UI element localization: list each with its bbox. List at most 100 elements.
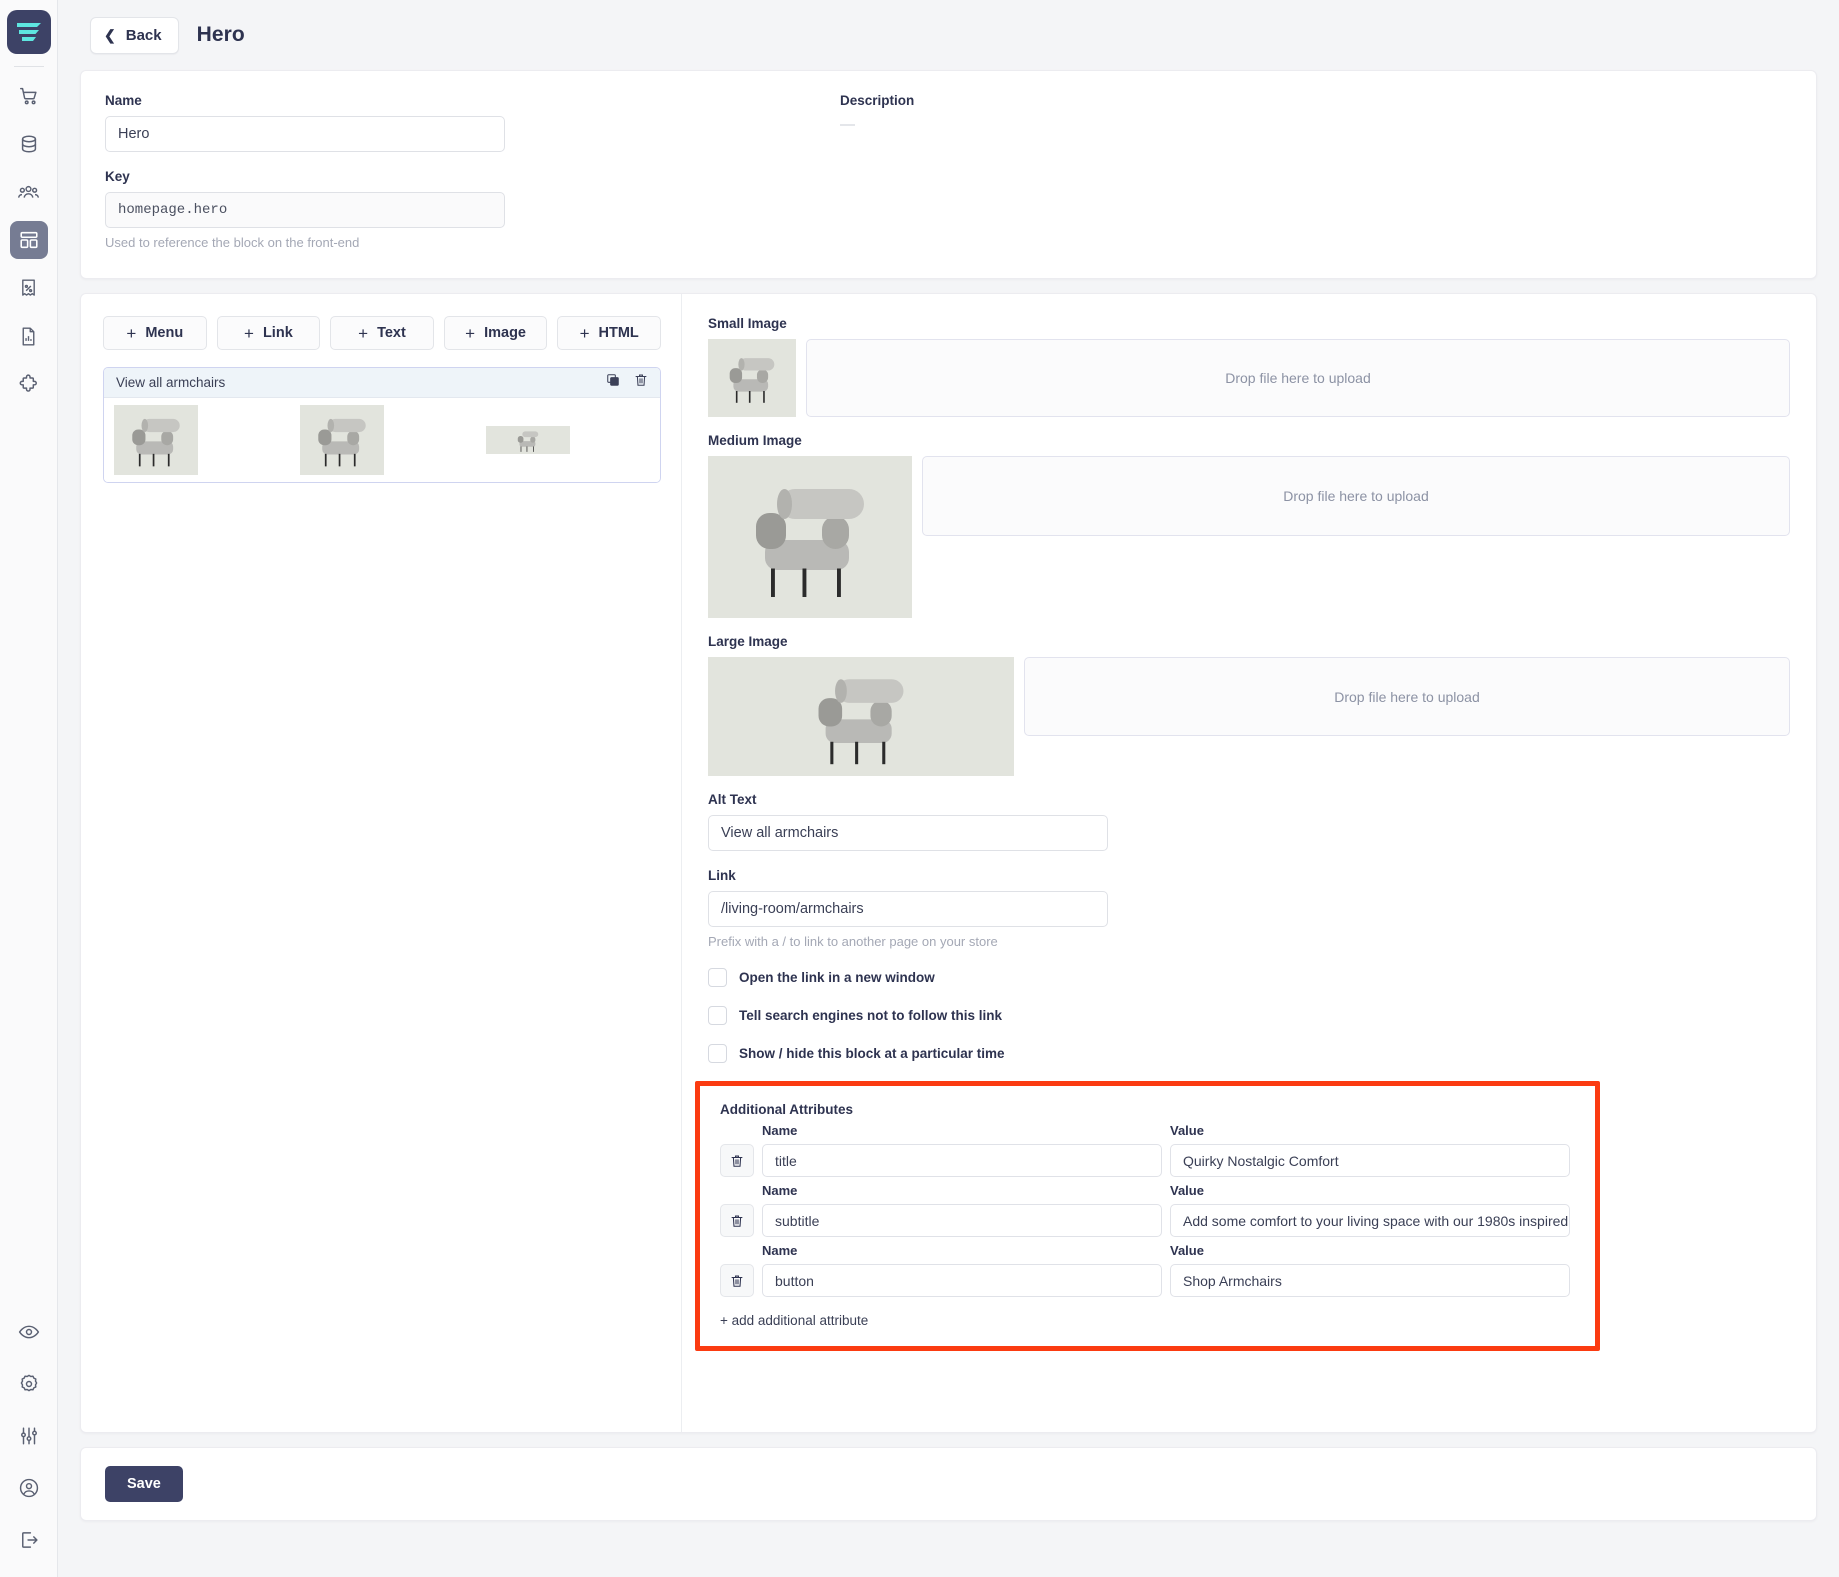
block-list[interactable]: View all armchairs: [103, 367, 661, 483]
link-label: Link: [708, 868, 736, 883]
page-topbar: ❮ Back Hero: [80, 0, 1817, 70]
add-html-button[interactable]: + HTML: [557, 316, 661, 350]
sidebar-item-preview[interactable]: [10, 1313, 48, 1351]
attribute-name-label: Name: [762, 1243, 798, 1258]
attribute-name-col: Name button: [762, 1243, 1162, 1297]
document-chart-icon: [22, 326, 35, 346]
details-left-column: Name Hero Key homepage.hero Used to refe…: [105, 93, 505, 250]
save-button[interactable]: Save: [105, 1466, 183, 1502]
attribute-value-label: Value: [1170, 1123, 1204, 1138]
sidebar-secondary-nav: [0, 1313, 57, 1559]
block-item-actions: [606, 373, 648, 392]
link-input[interactable]: /living-room/armchairs: [708, 891, 1108, 927]
sidebar-item-orders[interactable]: [10, 77, 48, 115]
nofollow-row[interactable]: Tell search engines not to follow this l…: [708, 1006, 1790, 1025]
attribute-value-label: Value: [1170, 1243, 1204, 1258]
builder-right-pane: Small Image Drop file here to upload Med…: [681, 294, 1816, 1432]
description-value: —: [840, 116, 855, 133]
attribute-delete-col: [720, 1144, 754, 1177]
save-card: Save: [80, 1447, 1817, 1521]
sidebar-item-reports[interactable]: [10, 317, 48, 355]
key-field-group: Key homepage.hero Used to reference the …: [105, 169, 505, 250]
link-hint: Prefix with a / to link to another page …: [708, 934, 998, 949]
sidebar-item-apps[interactable]: [10, 365, 48, 403]
key-label: Key: [105, 169, 130, 184]
sidebar-item-content-blocks[interactable]: [9, 221, 48, 259]
trash-icon: [731, 1155, 743, 1167]
nofollow-checkbox[interactable]: [708, 1006, 727, 1025]
attribute-delete-col: [720, 1204, 754, 1237]
medium-image-preview: [708, 456, 912, 618]
add-menu-button[interactable]: + Menu: [103, 316, 207, 350]
add-element-toolbar: + Menu + Link + Text + Image + HTML: [103, 316, 661, 350]
copy-icon[interactable]: [606, 373, 620, 392]
attribute-value-col: Value Shop Armchairs: [1170, 1243, 1570, 1297]
add-menu-label: Menu: [145, 325, 184, 341]
name-input[interactable]: Hero: [105, 116, 505, 152]
attribute-value-col: Value Quirky Nostalgic Comfort: [1170, 1123, 1570, 1177]
block-list-item-header[interactable]: View all armchairs: [104, 368, 660, 398]
block-builder-card: + Menu + Link + Text + Image + HTML View…: [80, 293, 1817, 1433]
attribute-name-input[interactable]: title: [762, 1144, 1162, 1177]
block-item-title: View all armchairs: [116, 375, 226, 390]
attribute-name-col: Name title: [762, 1123, 1162, 1177]
layout-icon: [19, 231, 38, 249]
receipt-percent-icon: [22, 278, 35, 296]
name-field-group: Name Hero: [105, 93, 505, 152]
attribute-value-input[interactable]: Quirky Nostalgic Comfort: [1170, 1144, 1570, 1177]
attribute-row: Name button Value Shop Armchairs: [708, 1243, 1577, 1297]
additional-attributes-title: Additional Attributes: [720, 1102, 853, 1117]
key-input[interactable]: homepage.hero: [105, 192, 505, 228]
small-image-dropzone[interactable]: Drop file here to upload: [806, 339, 1790, 417]
attribute-name-input[interactable]: subtitle: [762, 1204, 1162, 1237]
add-link-button[interactable]: + Link: [216, 316, 321, 350]
sidebar-item-promotions[interactable]: [10, 269, 48, 307]
schedule-row[interactable]: Show / hide this block at a particular t…: [708, 1044, 1790, 1063]
alt-text-label: Alt Text: [708, 792, 757, 807]
people-icon: [18, 185, 39, 198]
medium-image-dropzone[interactable]: Drop file here to upload: [922, 456, 1790, 536]
large-image-label: Large Image: [708, 634, 788, 649]
logout-icon: [21, 1532, 38, 1548]
sidebar-item-configuration[interactable]: [10, 1417, 48, 1455]
trash-icon: [731, 1215, 743, 1227]
block-thumbnail-large: [486, 426, 570, 454]
app-sidebar: [0, 0, 58, 1577]
schedule-checkbox[interactable]: [708, 1044, 727, 1063]
chevron-left-icon: ❮: [104, 27, 116, 43]
plus-icon: +: [465, 323, 476, 343]
database-icon: [21, 135, 36, 153]
large-image-row: Drop file here to upload: [708, 657, 1790, 776]
delete-attribute-button[interactable]: [720, 1144, 754, 1177]
attribute-name-label: Name: [762, 1123, 798, 1138]
sidebar-item-settings[interactable]: [10, 1365, 48, 1403]
add-text-button[interactable]: + Text: [330, 316, 434, 350]
block-thumbnail-small: [114, 405, 198, 475]
sidebar-item-logout[interactable]: [10, 1521, 48, 1559]
sidebar-item-customers[interactable]: [10, 173, 48, 211]
block-details-card: Name Hero Key homepage.hero Used to refe…: [80, 70, 1817, 279]
trash-icon[interactable]: [634, 373, 648, 392]
trash-icon: [731, 1275, 743, 1287]
attribute-value-input[interactable]: Shop Armchairs: [1170, 1264, 1570, 1297]
attribute-delete-col: [720, 1264, 754, 1297]
add-html-label: HTML: [598, 325, 639, 341]
sidebar-item-account[interactable]: [10, 1469, 48, 1507]
add-image-button[interactable]: + Image: [443, 316, 548, 350]
attribute-value-label: Value: [1170, 1183, 1204, 1198]
sidebar-divider: [13, 66, 44, 67]
large-image-dropzone[interactable]: Drop file here to upload: [1024, 657, 1790, 736]
open-new-window-row[interactable]: Open the link in a new window: [708, 968, 1790, 987]
add-additional-attribute-link[interactable]: + add additional attribute: [720, 1313, 1577, 1328]
alt-text-input[interactable]: View all armchairs: [708, 815, 1108, 851]
open-new-window-checkbox[interactable]: [708, 968, 727, 987]
alt-text-group: Alt Text View all armchairs: [708, 792, 1790, 851]
delete-attribute-button[interactable]: [720, 1264, 754, 1297]
attribute-name-input[interactable]: button: [762, 1264, 1162, 1297]
back-button[interactable]: ❮ Back: [90, 16, 179, 54]
sidebar-item-catalog[interactable]: [10, 125, 48, 163]
delete-attribute-button[interactable]: [720, 1204, 754, 1237]
large-image-preview: [708, 657, 1014, 776]
attribute-value-input[interactable]: Add some comfort to your living space wi…: [1170, 1204, 1570, 1237]
app-logo[interactable]: [6, 10, 51, 54]
